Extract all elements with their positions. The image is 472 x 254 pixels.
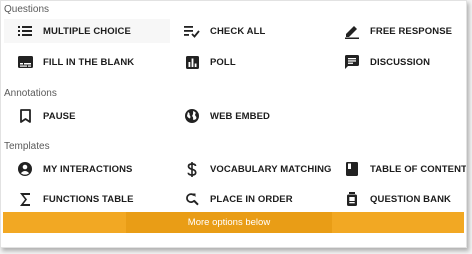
item-table-of-contents[interactable]: TABLE OF CONTENTS xyxy=(331,157,466,181)
account-icon xyxy=(16,160,34,178)
section-label-questions: Questions xyxy=(4,4,50,15)
item-label: FREE RESPONSE xyxy=(370,25,453,37)
section-label-templates: Templates xyxy=(4,141,50,152)
globe-icon xyxy=(183,107,201,125)
item-label: CHECK ALL xyxy=(210,25,266,37)
checklist-icon xyxy=(183,22,201,40)
item-label: MULTIPLE CHOICE xyxy=(43,25,131,37)
item-functions-table[interactable]: FUNCTIONS TABLE xyxy=(4,187,170,211)
insert-interaction-panel: Questions MULTIPLE CHOICE CHECK ALL FREE… xyxy=(0,0,467,248)
more-options-bar: More options below xyxy=(3,212,464,233)
item-label: PLACE IN ORDER xyxy=(210,193,293,205)
item-check-all[interactable]: CHECK ALL xyxy=(171,19,331,43)
item-label: POLL xyxy=(210,56,236,68)
item-label: QUESTION BANK xyxy=(370,193,451,205)
sigma-icon xyxy=(16,190,34,208)
item-discussion[interactable]: DISCUSSION xyxy=(331,50,463,74)
item-vocabulary-matching[interactable]: VOCABULARY MATCHING xyxy=(171,157,331,181)
item-label: PAUSE xyxy=(43,110,76,122)
item-label: VOCABULARY MATCHING xyxy=(210,163,332,175)
item-label: WEB EMBED xyxy=(210,110,271,122)
item-label: FILL IN THE BLANK xyxy=(43,56,135,68)
item-label: FUNCTIONS TABLE xyxy=(43,193,134,205)
item-web-embed[interactable]: WEB EMBED xyxy=(171,104,331,128)
book-icon xyxy=(343,160,361,178)
dollar-icon xyxy=(183,160,201,178)
subtitles-icon xyxy=(16,53,34,71)
item-free-response[interactable]: FREE RESPONSE xyxy=(331,19,463,43)
comment-icon xyxy=(343,53,361,71)
pencil-icon xyxy=(343,22,361,40)
find-replace-icon xyxy=(183,190,201,208)
bar-chart-icon xyxy=(183,53,201,71)
more-options-button[interactable]: More options below xyxy=(126,212,332,233)
list-icon xyxy=(16,22,34,40)
item-question-bank[interactable]: QUESTION BANK xyxy=(331,187,463,211)
section-label-annotations: Annotations xyxy=(4,88,57,99)
item-my-interactions[interactable]: MY INTERACTIONS xyxy=(4,157,170,181)
item-poll[interactable]: POLL xyxy=(171,50,331,74)
item-label: MY INTERACTIONS xyxy=(43,163,133,175)
item-fill-in-the-blank[interactable]: FILL IN THE BLANK xyxy=(4,50,170,74)
item-label: TABLE OF CONTENTS xyxy=(370,163,467,175)
bookmark-icon xyxy=(16,107,34,125)
item-pause[interactable]: PAUSE xyxy=(4,104,170,128)
item-multiple-choice[interactable]: MULTIPLE CHOICE xyxy=(4,19,170,43)
item-label: DISCUSSION xyxy=(370,56,431,68)
bank-icon xyxy=(343,190,361,208)
item-place-in-order[interactable]: PLACE IN ORDER xyxy=(171,187,331,211)
